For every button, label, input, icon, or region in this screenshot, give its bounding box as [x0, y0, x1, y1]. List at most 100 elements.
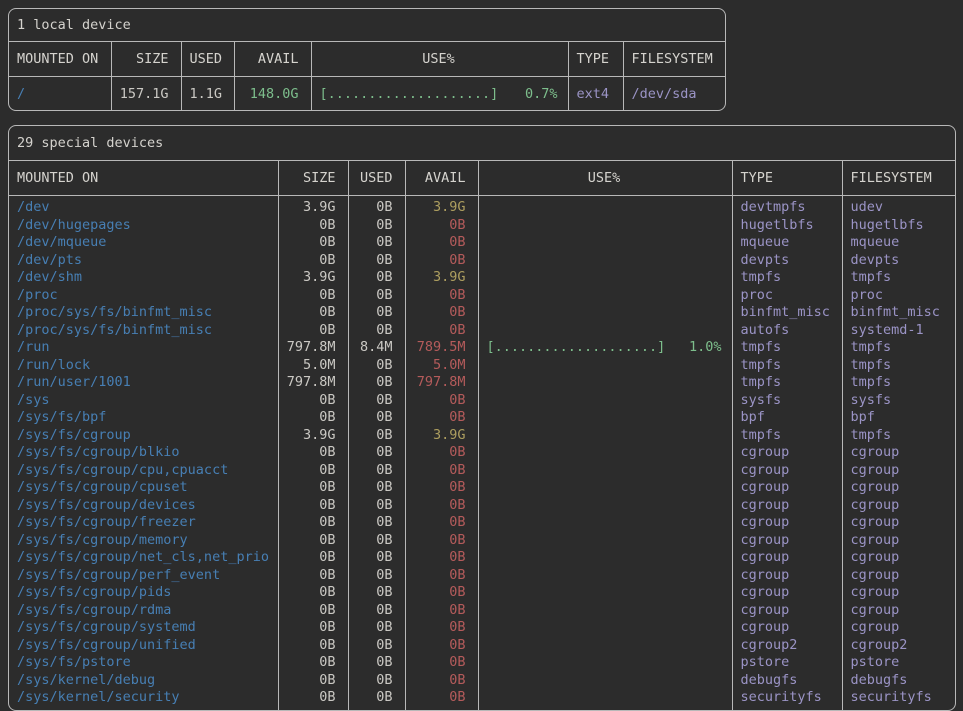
special-devices-table: 29 special devices MOUNTED ONSIZEUSEDAVA…: [8, 125, 956, 711]
cell-filesystem: hugetlbfs: [842, 217, 955, 235]
cell-used: 0B: [348, 637, 405, 655]
cell-used: 8.4M: [348, 339, 405, 357]
cell-size: 0B: [278, 409, 348, 427]
cell-mounted-on: /sys/fs/cgroup/cpuset: [9, 479, 278, 497]
cell-used: 0B: [348, 322, 405, 340]
cell-used: 1.1G: [181, 77, 234, 111]
cell-used: 0B: [348, 287, 405, 305]
cell-size: 0B: [278, 602, 348, 620]
cell-mounted-on: /sys/fs/pstore: [9, 654, 278, 672]
table-row: /sys/fs/cgroup/unified0B0B0Bcgroup2cgrou…: [9, 637, 955, 655]
special-devices-grid: MOUNTED ONSIZEUSEDAVAILUSE%TYPEFILESYSTE…: [9, 161, 955, 710]
table-row: /run797.8M8.4M789.5M[...................…: [9, 339, 955, 357]
cell-use-percent: [478, 532, 732, 550]
cell-avail: 0B: [405, 409, 478, 427]
cell-size: 0B: [278, 532, 348, 550]
column-header-type: TYPE: [568, 42, 623, 77]
cell-mounted-on: /sys/fs/cgroup/devices: [9, 497, 278, 515]
table-row: /dev/pts0B0B0Bdevptsdevpts: [9, 252, 955, 270]
cell-used: 0B: [348, 619, 405, 637]
cell-size: 5.0M: [278, 357, 348, 375]
cell-type: cgroup: [732, 497, 842, 515]
table-row: /dev/hugepages0B0B0Bhugetlbfshugetlbfs: [9, 217, 955, 235]
cell-type: cgroup: [732, 479, 842, 497]
cell-filesystem: cgroup: [842, 619, 955, 637]
cell-mounted-on: /: [9, 77, 111, 111]
cell-used: 0B: [348, 462, 405, 480]
usage-bar: [....................]: [320, 86, 499, 102]
column-header-size: SIZE: [278, 161, 348, 196]
cell-size: 0B: [278, 672, 348, 690]
column-header-filesystem: FILESYSTEM: [623, 42, 725, 77]
cell-avail: 0B: [405, 532, 478, 550]
cell-avail: 0B: [405, 619, 478, 637]
cell-use-percent: [478, 637, 732, 655]
table-row: /dev/shm3.9G0B3.9Gtmpfstmpfs: [9, 269, 955, 287]
cell-avail: 0B: [405, 217, 478, 235]
cell-size: 0B: [278, 322, 348, 340]
cell-use-percent: [478, 304, 732, 322]
cell-use-percent: [478, 392, 732, 410]
local-devices-table: 1 local device MOUNTED ONSIZEUSEDAVAILUS…: [8, 8, 726, 111]
column-header-size: SIZE: [111, 42, 181, 77]
cell-type: cgroup: [732, 619, 842, 637]
cell-used: 0B: [348, 217, 405, 235]
cell-type: autofs: [732, 322, 842, 340]
cell-used: 0B: [348, 514, 405, 532]
cell-mounted-on: /dev/pts: [9, 252, 278, 270]
cell-mounted-on: /sys/fs/cgroup/net_cls,net_prio: [9, 549, 278, 567]
cell-size: 0B: [278, 689, 348, 710]
cell-filesystem: cgroup: [842, 462, 955, 480]
header-row: MOUNTED ONSIZEUSEDAVAILUSE%TYPEFILESYSTE…: [9, 42, 725, 77]
cell-used: 0B: [348, 497, 405, 515]
table-row: /sys0B0B0Bsysfssysfs: [9, 392, 955, 410]
cell-used: 0B: [348, 532, 405, 550]
table-row: /sys/kernel/debug0B0B0Bdebugfsdebugfs: [9, 672, 955, 690]
cell-avail: 3.9G: [405, 427, 478, 445]
local-devices-grid: MOUNTED ONSIZEUSEDAVAILUSE%TYPEFILESYSTE…: [9, 42, 725, 110]
cell-size: 0B: [278, 304, 348, 322]
cell-size: 0B: [278, 444, 348, 462]
cell-size: 0B: [278, 619, 348, 637]
cell-avail: 0B: [405, 672, 478, 690]
cell-used: 0B: [348, 549, 405, 567]
cell-mounted-on: /sys/fs/cgroup/blkio: [9, 444, 278, 462]
cell-mounted-on: /sys/fs/cgroup/perf_event: [9, 567, 278, 585]
cell-type: cgroup: [732, 549, 842, 567]
cell-type: tmpfs: [732, 374, 842, 392]
cell-avail: 148.0G: [234, 77, 311, 111]
cell-size: 797.8M: [278, 339, 348, 357]
cell-use-percent: [478, 514, 732, 532]
cell-avail: 3.9G: [405, 269, 478, 287]
cell-avail: 5.0M: [405, 357, 478, 375]
cell-use-percent: [478, 567, 732, 585]
cell-filesystem: tmpfs: [842, 269, 955, 287]
table-row: /sys/fs/cgroup/systemd0B0B0Bcgroupcgroup: [9, 619, 955, 637]
table-row: /sys/fs/cgroup/cpuset0B0B0Bcgroupcgroup: [9, 479, 955, 497]
cell-filesystem: cgroup: [842, 532, 955, 550]
cell-type: cgroup: [732, 602, 842, 620]
cell-used: 0B: [348, 252, 405, 270]
column-header-use-percent: USE%: [478, 161, 732, 196]
table-row: /sys/fs/cgroup/blkio0B0B0Bcgroupcgroup: [9, 444, 955, 462]
cell-mounted-on: /sys/fs/cgroup: [9, 427, 278, 445]
cell-type: hugetlbfs: [732, 217, 842, 235]
column-header-mounted-on: MOUNTED ON: [9, 42, 111, 77]
cell-mounted-on: /sys/fs/cgroup/pids: [9, 584, 278, 602]
cell-used: 0B: [348, 269, 405, 287]
cell-type: cgroup: [732, 532, 842, 550]
cell-mounted-on: /sys/fs/cgroup/rdma: [9, 602, 278, 620]
cell-avail: 0B: [405, 602, 478, 620]
cell-avail: 0B: [405, 322, 478, 340]
cell-type: securityfs: [732, 689, 842, 710]
cell-filesystem: securityfs: [842, 689, 955, 710]
column-header-avail: AVAIL: [405, 161, 478, 196]
cell-filesystem: binfmt_misc: [842, 304, 955, 322]
cell-mounted-on: /sys: [9, 392, 278, 410]
cell-use-percent: [....................]0.7%: [311, 77, 568, 111]
table-row: /dev/mqueue0B0B0Bmqueuemqueue: [9, 234, 955, 252]
cell-avail: 789.5M: [405, 339, 478, 357]
cell-type: ext4: [568, 77, 623, 111]
cell-used: 0B: [348, 479, 405, 497]
cell-avail: 0B: [405, 252, 478, 270]
